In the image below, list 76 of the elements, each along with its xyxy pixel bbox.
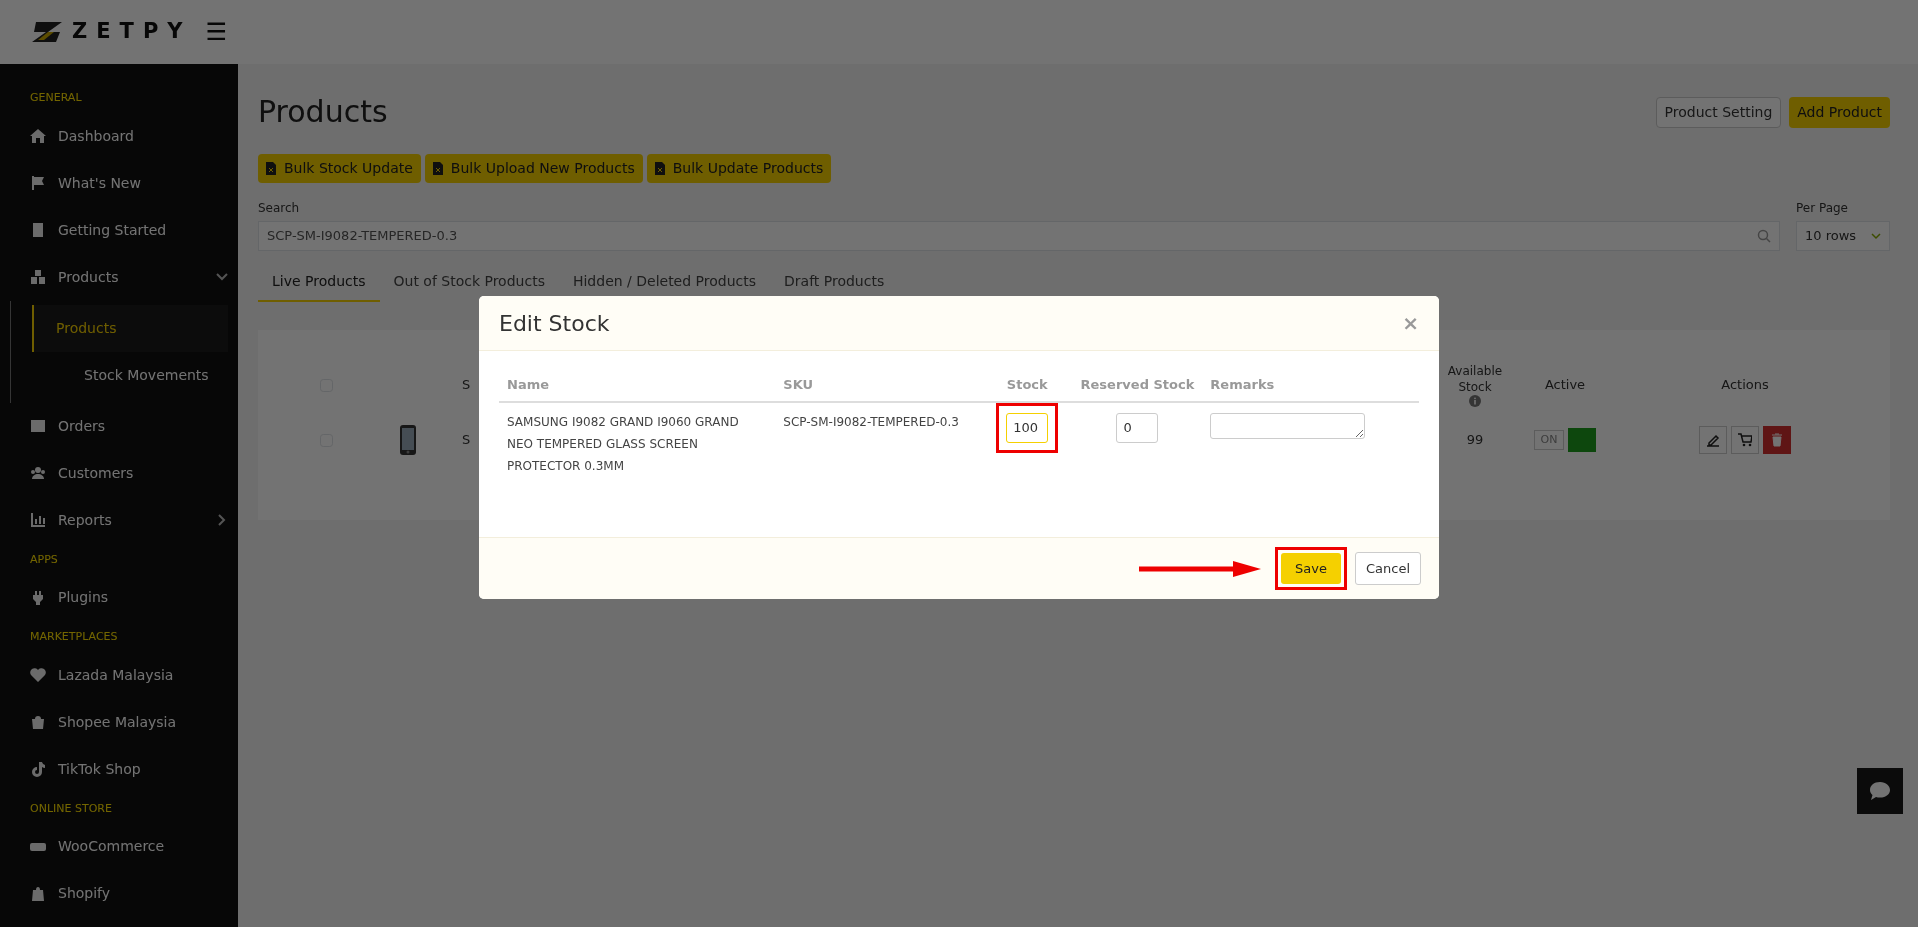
column-header: Name	[499, 369, 776, 402]
sku-text: SCP-SM-I9082-TEMPERED-0.3	[783, 414, 959, 429]
sidebar-item[interactable]: Plugins	[0, 574, 238, 621]
chat-icon	[1869, 781, 1891, 801]
sidebar-item[interactable]: Orders	[0, 402, 238, 450]
file-icon	[266, 162, 276, 175]
dialog-button[interactable]: Save	[1281, 552, 1341, 585]
chat-button[interactable]	[1857, 768, 1903, 814]
remarks-field[interactable]	[1210, 412, 1366, 439]
column-header: S	[462, 377, 471, 393]
sidebar-item[interactable]: Dashboard	[0, 112, 238, 160]
plug-icon	[30, 589, 46, 606]
section-heading: MARKETPLACES	[29, 629, 119, 645]
per-page-select[interactable]: 10 rows	[1796, 221, 1890, 251]
heart-icon	[30, 667, 46, 683]
field-label: Per Page	[1796, 200, 1849, 217]
tab[interactable]: Out of Stock Products	[379, 267, 559, 302]
column-header: Stock	[982, 369, 1073, 402]
dialog-title: Edit Stock	[499, 309, 610, 338]
sidebar-item[interactable]: Shopify	[0, 870, 238, 917]
sidebar-item[interactable]: Lazada Malaysia	[0, 651, 238, 699]
search-field[interactable]: SCP-SM-I9082-TEMPERED-0.3	[258, 221, 1780, 251]
sidebar-item[interactable]: Getting Started	[0, 206, 238, 254]
cart-icon	[1738, 433, 1752, 447]
bulk-button[interactable]: Bulk Stock Update	[258, 154, 421, 183]
action-button[interactable]	[1763, 426, 1791, 454]
table-cell: S	[462, 432, 471, 448]
logo-text: ZETPY	[72, 18, 192, 46]
column-header: Remarks	[1202, 369, 1419, 402]
trash-icon	[1770, 433, 1784, 447]
stock-input[interactable]: 100	[1006, 412, 1049, 443]
field-label: Search	[258, 200, 301, 217]
menu-icon[interactable]: ☰	[205, 20, 227, 44]
section-heading: GENERAL	[29, 90, 83, 106]
flag-icon	[30, 175, 46, 191]
info-icon	[1469, 395, 1481, 407]
edit-icon	[1706, 433, 1720, 447]
shopping-bag-icon	[30, 885, 46, 902]
header-button[interactable]: Add Product	[1789, 96, 1890, 128]
column-header: Reserved Stock	[1072, 369, 1203, 402]
search-icon	[1757, 229, 1771, 243]
product-name: SAMSUNG I9082 GRAND I9060 GRAND NEO TEMPERED GLASS SCREEN PROTECTOR 0.3MM	[507, 413, 740, 475]
music-note-icon	[30, 761, 46, 777]
reserved-stock-input[interactable]: 0	[1116, 412, 1159, 443]
dialog-button[interactable]: Cancel	[1354, 551, 1421, 586]
page-title: Products	[258, 94, 388, 130]
column-header: Active	[1544, 377, 1586, 393]
sidebar-item[interactable]: Products	[0, 253, 238, 301]
file-icon	[654, 162, 665, 175]
arrow-icon	[1139, 560, 1262, 577]
column-header: SKU	[775, 369, 983, 402]
sidebar-item[interactable]: Customers	[0, 449, 238, 497]
sidebar-item[interactable]: WooCommerce	[0, 823, 238, 870]
users-icon	[30, 465, 46, 481]
chevron-icon	[1871, 231, 1881, 241]
bulk-button[interactable]: Bulk Upload New Products	[424, 154, 643, 183]
table-cell-text: 99	[1466, 431, 1484, 450]
column-header: Available Stock	[1446, 363, 1504, 395]
sidebar-subitem[interactable]: Products	[32, 304, 228, 352]
section-heading: APPS	[29, 551, 59, 568]
bulk-button[interactable]: Bulk Update Products	[646, 154, 832, 183]
column-header: Actions	[1721, 377, 1769, 393]
sidebar-item[interactable]: What's New	[0, 159, 238, 207]
file-icon	[432, 162, 443, 175]
boxes-icon	[30, 269, 46, 285]
bag-icon	[30, 714, 46, 730]
sidebar-subitem[interactable]: Stock Movements	[32, 351, 228, 399]
section-heading: ONLINE STORE	[29, 800, 113, 817]
bar-chart-icon	[30, 512, 46, 528]
sidebar-item[interactable]: TikTok Shop	[0, 745, 238, 793]
sidebar-item[interactable]: Reports	[0, 496, 238, 544]
home-icon	[30, 128, 46, 144]
close-button[interactable]: ×	[1402, 308, 1419, 338]
sidebar-item[interactable]: Shopee Malaysia	[0, 698, 238, 746]
header-button[interactable]: Product Setting	[1655, 96, 1782, 128]
tab[interactable]: Live Products	[258, 267, 380, 302]
